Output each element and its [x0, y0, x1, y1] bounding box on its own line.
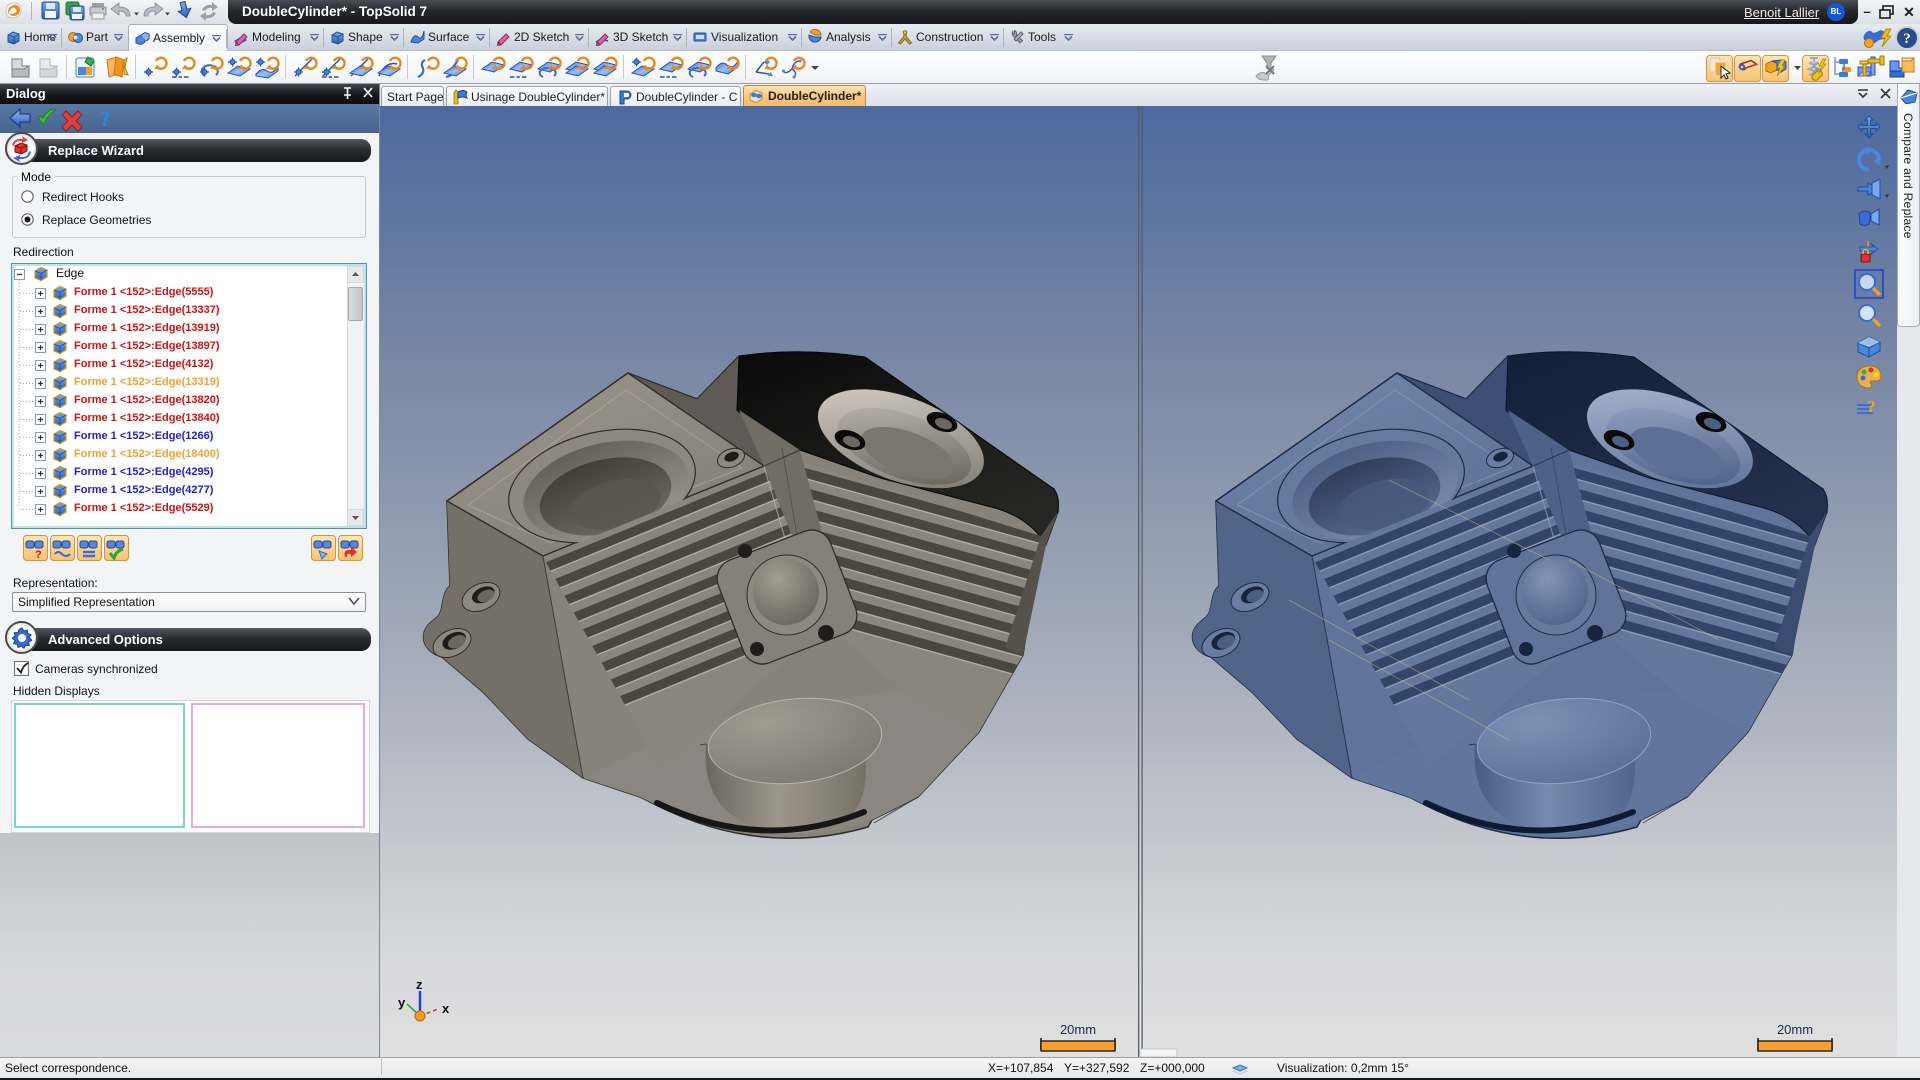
svg-text:z: z	[416, 977, 423, 992]
svg-text:x: x	[442, 1001, 450, 1016]
svg-text:?: ?	[1867, 397, 1876, 416]
svg-text:?: ?	[1903, 31, 1911, 47]
svg-text:?: ?	[100, 107, 111, 131]
svg-text:?: ?	[35, 549, 42, 561]
svg-text:y: y	[398, 995, 406, 1010]
svg-text:20mm: 20mm	[1777, 1022, 1813, 1037]
svg-text:20mm: 20mm	[1060, 1022, 1096, 1037]
